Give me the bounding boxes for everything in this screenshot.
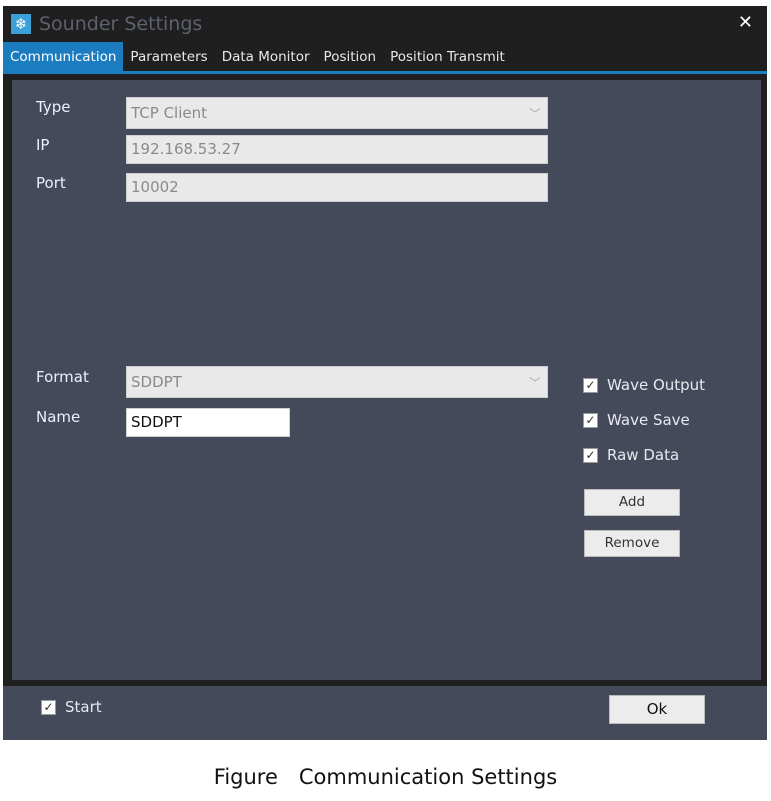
close-icon[interactable]: ✕ <box>738 12 753 33</box>
ip-label: IP <box>36 136 50 154</box>
name-label: Name <box>36 408 81 426</box>
start-checkbox[interactable]: ✓ Start <box>41 698 102 716</box>
format-label: Format <box>36 368 89 386</box>
format-value: SDDPT <box>131 373 182 391</box>
remove-button[interactable]: Remove <box>584 530 680 557</box>
chevron-down-icon: ﹀ <box>528 376 541 390</box>
tab-position-transmit[interactable]: Position Transmit <box>383 42 512 71</box>
figure-caption: Figure Communication Settings <box>213 765 558 789</box>
raw-data-checkbox[interactable]: ✓ Raw Data <box>583 446 679 464</box>
checkmark-icon: ✓ <box>41 699 56 715</box>
add-button[interactable]: Add <box>584 489 680 516</box>
type-select[interactable]: TCP Client ﹀ <box>126 97 548 129</box>
panel-frame: Type TCP Client ﹀ IP 192.168.53.27 Port … <box>3 74 767 686</box>
tab-bar: Communication Parameters Data Monitor Po… <box>3 42 767 74</box>
wave-save-checkbox[interactable]: ✓ Wave Save <box>583 411 690 429</box>
type-value: TCP Client <box>131 104 207 122</box>
tab-communication[interactable]: Communication <box>3 42 124 71</box>
tab-data-monitor[interactable]: Data Monitor <box>215 42 317 71</box>
chevron-down-icon: ﹀ <box>528 107 541 121</box>
tab-position[interactable]: Position <box>317 42 384 71</box>
name-input[interactable]: SDDPT <box>126 408 290 437</box>
wave-save-label: Wave Save <box>607 411 690 429</box>
tab-parameters[interactable]: Parameters <box>123 42 214 71</box>
checkmark-icon: ✓ <box>583 377 598 393</box>
wave-output-label: Wave Output <box>607 376 706 394</box>
start-label: Start <box>65 698 102 716</box>
title-bar: ❄ Sounder Settings ✕ <box>3 6 767 42</box>
format-select[interactable]: SDDPT ﹀ <box>126 366 548 398</box>
port-input[interactable]: 10002 <box>126 173 548 202</box>
sounder-settings-window: ❄ Sounder Settings ✕ Communication Param… <box>3 6 767 740</box>
port-label: Port <box>36 174 66 192</box>
app-snowflake-icon: ❄ <box>11 14 31 34</box>
communication-panel: Type TCP Client ﹀ IP 192.168.53.27 Port … <box>12 80 761 680</box>
window-title: Sounder Settings <box>39 13 203 35</box>
type-label: Type <box>36 98 71 116</box>
ok-button[interactable]: Ok <box>609 695 705 724</box>
checkmark-icon: ✓ <box>583 447 598 463</box>
ip-input[interactable]: 192.168.53.27 <box>126 135 548 164</box>
wave-output-checkbox[interactable]: ✓ Wave Output <box>583 376 705 394</box>
raw-data-label: Raw Data <box>607 446 680 464</box>
checkmark-icon: ✓ <box>583 412 598 428</box>
